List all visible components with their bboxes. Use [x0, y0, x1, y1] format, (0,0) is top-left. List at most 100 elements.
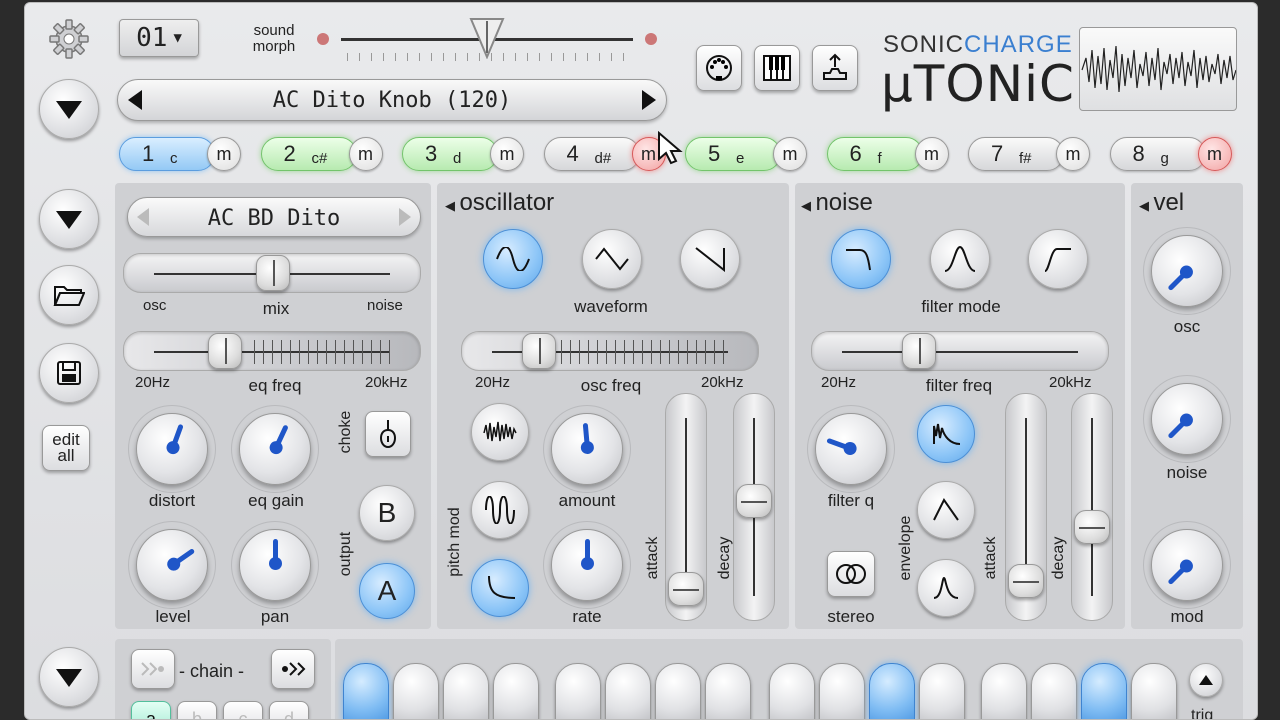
preset-prev-button[interactable]: [124, 88, 146, 112]
step-8-button[interactable]: [705, 663, 751, 719]
envelope-shape-2-button[interactable]: [917, 481, 975, 539]
envelope-shape-3-button[interactable]: [917, 559, 975, 617]
step-3-button[interactable]: [443, 663, 489, 719]
step-1-button[interactable]: [343, 663, 389, 719]
global-menu-button[interactable]: [39, 79, 99, 139]
channel-1-mute-button[interactable]: m: [207, 137, 241, 171]
filter-lowpass-button[interactable]: [831, 229, 891, 289]
step-11-button[interactable]: [869, 663, 915, 719]
chain-next-button[interactable]: [271, 649, 315, 689]
osc-decay-slider[interactable]: [733, 393, 775, 621]
osc-freq-thumb[interactable]: [522, 333, 556, 369]
channel-6-button[interactable]: 6f: [826, 137, 923, 171]
step-5-button[interactable]: [555, 663, 601, 719]
chain-slot-c[interactable]: c: [223, 701, 263, 719]
pitch-mod-decay-button[interactable]: [471, 559, 529, 617]
mix-slider[interactable]: [123, 253, 421, 293]
sound-morph-slider[interactable]: [317, 18, 657, 69]
patch-name[interactable]: AC BD Dito: [158, 206, 390, 231]
step-7-button[interactable]: [655, 663, 701, 719]
pitch-mod-noise-button[interactable]: [471, 403, 529, 461]
noise-attack-thumb[interactable]: [1008, 564, 1044, 598]
channel-2-mute-button[interactable]: m: [348, 137, 383, 171]
keyboard-button[interactable]: [754, 45, 800, 91]
level-knob[interactable]: [136, 529, 208, 601]
step-15-button[interactable]: [1081, 663, 1127, 719]
filter-highpass-button[interactable]: [1028, 229, 1088, 289]
output-a-button[interactable]: A: [359, 563, 415, 619]
chain-slot-b[interactable]: b: [177, 701, 217, 719]
channel-4-button[interactable]: 4 d#: [543, 137, 640, 171]
export-button[interactable]: [812, 45, 858, 91]
pattern-select[interactable]: 01 ▼: [119, 19, 199, 57]
noise-header[interactable]: ◀ noise: [801, 189, 873, 217]
channel-8-button[interactable]: 8g: [1109, 137, 1206, 171]
drum-menu-button[interactable]: [39, 189, 99, 249]
eq-freq-slider[interactable]: [123, 331, 421, 371]
noise-decay-thumb[interactable]: [1074, 510, 1110, 544]
channel-6-mute-button[interactable]: m: [914, 137, 949, 171]
patch-next-button[interactable]: [396, 206, 414, 233]
eq-gain-knob[interactable]: [239, 413, 311, 485]
distort-knob[interactable]: [136, 413, 208, 485]
eq-freq-thumb[interactable]: [208, 333, 242, 369]
pattern-menu-button[interactable]: [39, 647, 99, 707]
chain-slot-a[interactable]: a: [131, 701, 171, 719]
noise-attack-slider[interactable]: [1005, 393, 1047, 621]
oscillator-header[interactable]: ◀ oscillator: [445, 189, 554, 217]
osc-attack-thumb[interactable]: [668, 572, 704, 606]
stereo-button[interactable]: [827, 551, 875, 597]
vel-mod-knob[interactable]: [1151, 529, 1223, 601]
step-14-button[interactable]: [1031, 663, 1077, 719]
step-13-button[interactable]: [981, 663, 1027, 719]
channel-1-button[interactable]: 1c: [119, 137, 215, 171]
vel-noise-knob[interactable]: [1151, 383, 1223, 455]
waveform-saw-button[interactable]: [680, 229, 740, 289]
pan-knob[interactable]: [239, 529, 311, 601]
pitch-mod-sine-button[interactable]: [471, 481, 529, 539]
filter-q-knob[interactable]: [815, 413, 887, 485]
noise-decay-slider[interactable]: [1071, 393, 1113, 621]
edit-all-button[interactable]: edit all: [42, 425, 90, 471]
channel-5-button[interactable]: 5e: [685, 137, 781, 171]
channel-2-button[interactable]: 2 c#: [260, 137, 357, 171]
amount-knob[interactable]: [551, 413, 623, 485]
preset-next-button[interactable]: [638, 88, 660, 112]
channel-5-mute-button[interactable]: m: [773, 137, 807, 171]
filter-bandpass-button[interactable]: [930, 229, 990, 289]
vel-header[interactable]: ◀ vel: [1139, 189, 1184, 217]
output-b-button[interactable]: B: [359, 485, 415, 541]
mix-slider-thumb[interactable]: [256, 255, 290, 291]
trig-up-button[interactable]: [1189, 663, 1223, 697]
filter-freq-slider[interactable]: [811, 331, 1109, 371]
envelope-shape-1-button[interactable]: [917, 405, 975, 463]
step-9-button[interactable]: [769, 663, 815, 719]
rate-knob[interactable]: [551, 529, 623, 601]
waveform-sine-button[interactable]: [483, 229, 543, 289]
step-10-button[interactable]: [819, 663, 865, 719]
channel-3-mute-button[interactable]: m: [490, 137, 524, 171]
settings-gear-button[interactable]: [47, 17, 91, 61]
step-2-button[interactable]: [393, 663, 439, 719]
channel-8-mute-button[interactable]: m: [1197, 137, 1232, 171]
step-4-button[interactable]: [493, 663, 539, 719]
chain-prev-button[interactable]: [131, 649, 175, 689]
preset-name[interactable]: AC Dito Knob (120): [152, 88, 632, 113]
osc-freq-slider[interactable]: [461, 331, 759, 371]
channel-7-mute-button[interactable]: m: [1056, 137, 1090, 171]
vel-osc-knob[interactable]: [1151, 235, 1223, 307]
filter-freq-thumb[interactable]: [902, 333, 936, 369]
chain-slot-d[interactable]: d: [269, 701, 309, 719]
sound-morph-thumb[interactable]: [469, 17, 505, 60]
step-16-button[interactable]: [1131, 663, 1177, 719]
channel-7-button[interactable]: 7 f#: [968, 137, 1064, 171]
osc-decay-thumb[interactable]: [736, 484, 772, 518]
channel-3-button[interactable]: 3d: [402, 137, 498, 171]
osc-attack-slider[interactable]: [665, 393, 707, 621]
choke-button[interactable]: [365, 411, 411, 457]
waveform-triangle-button[interactable]: [582, 229, 642, 289]
patch-prev-button[interactable]: [134, 206, 152, 233]
step-12-button[interactable]: [919, 663, 965, 719]
midi-button[interactable]: [696, 45, 742, 91]
save-button[interactable]: [39, 343, 99, 403]
